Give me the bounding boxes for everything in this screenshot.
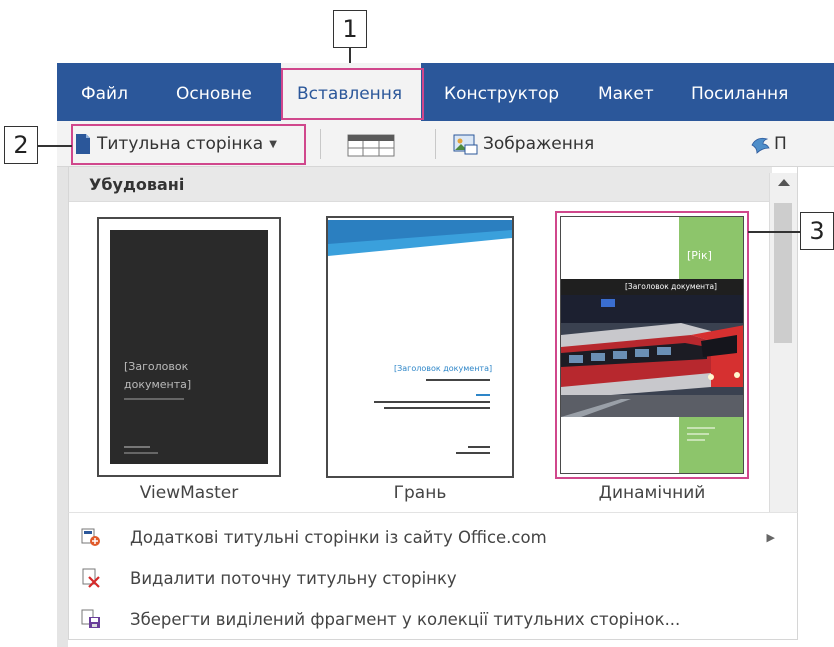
facet-author-line (468, 446, 490, 448)
menu-item-remove-cover-page[interactable]: Видалити поточну титульну сторінку (69, 559, 797, 597)
dynamic-green-band-top (679, 217, 743, 279)
scrollbar-thumb[interactable] (774, 203, 792, 343)
callout-3: 3 (800, 212, 834, 250)
pictures-label: Зображення (483, 134, 595, 154)
cover-thumb-viewmaster[interactable]: [Заголовок документа] (97, 217, 281, 477)
facet-abstract-line (384, 407, 490, 409)
tab-home[interactable]: Основне (176, 63, 252, 121)
train-photo (561, 295, 743, 417)
scroll-up-arrow-icon[interactable] (778, 179, 790, 186)
viewmaster-footer-line (124, 452, 158, 454)
cover-thumb-dynamic[interactable]: [Рік] [Заголовок документа] (555, 211, 749, 479)
viewmaster-dark-page: [Заголовок документа] (110, 230, 268, 464)
section-title: Убудовані (89, 175, 185, 194)
document-edge (57, 167, 68, 647)
callout-1: 1 (333, 10, 367, 48)
dynamic-caption: Динамічний (598, 483, 706, 503)
screenshot-root: 1 Файл Основне Вставлення Конструктор Ма… (0, 0, 834, 647)
dynamic-footer-line (687, 433, 709, 435)
viewmaster-title-line1: [Заголовок (124, 360, 189, 373)
bird-icon (751, 137, 770, 154)
picture-icon (453, 134, 478, 155)
facet-header-band (328, 220, 512, 256)
ribbon-tab-bar: Файл Основне Вставлення Конструктор Маке… (57, 63, 834, 121)
dynamic-footer-line (687, 439, 705, 441)
submenu-arrow-icon: ▶ (766, 530, 775, 544)
callout-2: 2 (4, 126, 38, 164)
insert-tab-highlight (281, 68, 424, 120)
toolbar-separator (320, 129, 321, 159)
viewmaster-subtitle-line (124, 398, 184, 400)
cover-thumb-facet[interactable]: [Заголовок документа] (326, 216, 514, 478)
tab-design[interactable]: Конструктор (444, 63, 559, 121)
facet-subtitle-line (426, 379, 490, 381)
menu-item-label: Зберегти виділений фрагмент у колекції т… (130, 609, 681, 629)
menu-item-save-selection[interactable]: Зберегти виділений фрагмент у колекції т… (69, 600, 797, 638)
facet-abstract-label (476, 394, 490, 396)
smartart-button[interactable]: П (749, 124, 787, 164)
pictures-button[interactable]: Зображення (453, 124, 594, 164)
facet-author-line (456, 452, 490, 454)
facet-title: [Заголовок документа] (394, 364, 493, 373)
toolbar-separator (435, 129, 436, 159)
menu-item-more-cover-pages[interactable]: Додаткові титульні сторінки із сайту Off… (69, 518, 797, 556)
cover-page-highlight (71, 124, 306, 165)
dynamic-title-bar: [Заголовок документа] (561, 279, 743, 295)
gallery-scrollbar[interactable] (769, 173, 797, 512)
cut-off-label: П (774, 134, 787, 154)
office-com-icon (81, 528, 100, 546)
menu-item-label: Видалити поточну титульну сторінку (130, 568, 457, 588)
builtin-section-header: Убудовані (69, 167, 772, 202)
facet-abstract-line (374, 401, 490, 403)
table-button[interactable] (347, 124, 395, 164)
viewmaster-title-line2: документа] (124, 378, 192, 391)
callout-3-leader (748, 231, 800, 233)
callout-2-leader (38, 145, 72, 147)
remove-page-icon (82, 568, 100, 588)
table-icon (347, 134, 395, 157)
menu-item-label: Додаткові титульні сторінки із сайту Off… (130, 527, 547, 547)
tab-file[interactable]: Файл (81, 63, 128, 121)
dynamic-inner-border: [Рік] [Заголовок документа] (560, 216, 744, 474)
tab-references[interactable]: Посилання (691, 63, 788, 121)
facet-caption: Грань (393, 483, 447, 503)
cover-page-gallery: Убудовані [Заголовок документа] ViewMast… (68, 167, 798, 512)
dynamic-title: [Заголовок документа] (625, 282, 717, 291)
cover-page-menu: Додаткові титульні сторінки із сайту Off… (68, 512, 798, 640)
dynamic-green-band-bottom (679, 417, 743, 473)
tab-layout[interactable]: Макет (598, 63, 654, 121)
viewmaster-caption: ViewMaster (139, 483, 239, 503)
dynamic-year: [Рік] (687, 249, 712, 262)
viewmaster-footer-line (124, 446, 150, 448)
dynamic-footer-line (687, 427, 715, 429)
save-to-gallery-icon (81, 609, 100, 628)
